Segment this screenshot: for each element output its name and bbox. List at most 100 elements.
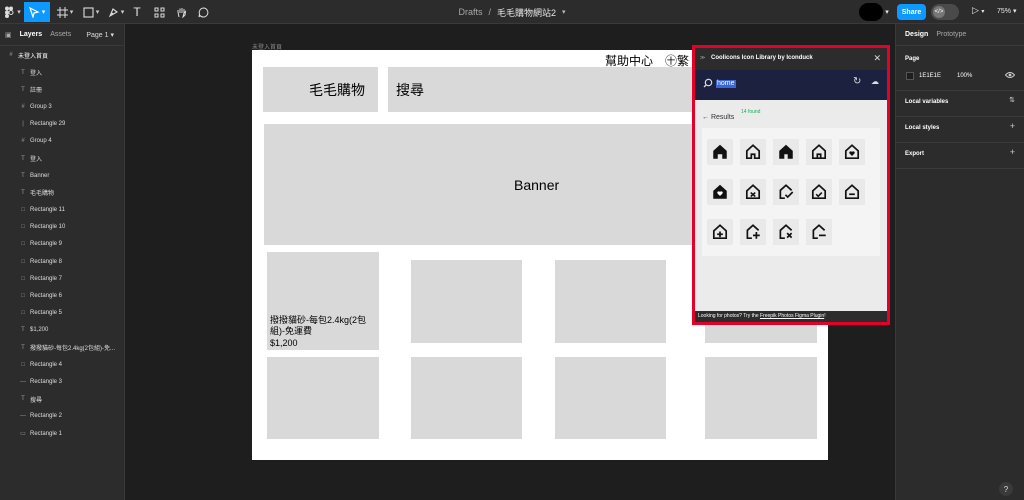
- chevron-down-icon[interactable]: ▾: [883, 2, 891, 22]
- frame-icon: #: [9, 52, 13, 58]
- layer-item[interactable]: □ Rectangle 7: [0, 270, 124, 287]
- frame-tool-icon[interactable]: ▾: [54, 2, 76, 22]
- layer-item[interactable]: T 登入: [0, 150, 124, 167]
- add-style-plus-icon[interactable]: +: [1010, 121, 1015, 131]
- comment-icon[interactable]: [195, 2, 211, 22]
- search-bar[interactable]: [388, 67, 698, 112]
- pen-tool-icon[interactable]: ▾: [105, 2, 127, 22]
- layer-label: 註冊: [30, 88, 43, 95]
- close-icon[interactable]: ✕: [873, 53, 881, 64]
- layer-item[interactable]: T 註冊: [0, 81, 124, 98]
- layer-item[interactable]: | Rectangle 29: [0, 116, 124, 133]
- tab-design[interactable]: Design: [905, 31, 928, 38]
- search-text[interactable]: 搜尋: [396, 80, 424, 100]
- layer-item[interactable]: T 登入: [0, 64, 124, 81]
- layer-item[interactable]: # Group 4: [0, 133, 124, 150]
- refresh-icon[interactable]: ↻: [853, 76, 861, 87]
- home-minus-icon[interactable]: [839, 179, 865, 205]
- layer-type-icon: —: [20, 413, 26, 420]
- product-card[interactable]: [555, 260, 666, 343]
- layer-item[interactable]: □ Rectangle 8: [0, 253, 124, 270]
- home-plus-open-icon[interactable]: [740, 219, 766, 245]
- cloud-icon[interactable]: ☁: [871, 77, 879, 86]
- language-selector[interactable]: ㊉繁: [665, 52, 689, 69]
- home-heart-icon[interactable]: [839, 139, 865, 165]
- home-close-icon[interactable]: [740, 179, 766, 205]
- home-door-icon[interactable]: [806, 139, 832, 165]
- local-variables-heading[interactable]: Local variables: [905, 99, 948, 105]
- freepik-plugin-link[interactable]: Freepik Photos Figma Plugin: [760, 313, 824, 319]
- tab-layers[interactable]: Layers: [20, 31, 43, 38]
- home-heart-filled-icon[interactable]: [707, 179, 733, 205]
- home-minus-open-icon[interactable]: [806, 219, 832, 245]
- page-color-swatch[interactable]: [906, 72, 914, 80]
- search-input[interactable]: home: [716, 80, 736, 88]
- move-tool-icon[interactable]: ▾: [24, 2, 50, 22]
- local-styles-heading[interactable]: Local styles: [905, 125, 939, 131]
- product-price[interactable]: $1,200: [270, 338, 298, 349]
- zoom-level[interactable]: 75% ▾: [997, 7, 1016, 15]
- hand-tool-icon[interactable]: [173, 2, 189, 22]
- product-card[interactable]: [411, 357, 522, 439]
- tab-prototype[interactable]: Prototype: [936, 31, 966, 38]
- product-card[interactable]: [555, 357, 666, 439]
- page-opacity-value[interactable]: 100%: [957, 73, 972, 79]
- product-card[interactable]: [705, 357, 817, 439]
- back-arrow-icon[interactable]: ←: [702, 114, 709, 121]
- layer-item[interactable]: T 搜尋: [0, 391, 124, 408]
- sidebar-toggle-icon[interactable]: ▣: [5, 31, 12, 39]
- resources-icon[interactable]: [151, 2, 167, 22]
- eye-icon[interactable]: [1004, 71, 1016, 82]
- layer-type-icon: T: [21, 189, 25, 196]
- layer-item[interactable]: T 撥撥貓砂-每包2.4kg(2包組)-免...: [0, 339, 124, 356]
- add-export-plus-icon[interactable]: +: [1010, 147, 1015, 157]
- help-center-link[interactable]: 幫助中心: [605, 52, 653, 69]
- layer-item[interactable]: ▭ Rectangle 1: [0, 425, 124, 442]
- home-outline-icon[interactable]: [740, 139, 766, 165]
- avatar[interactable]: [859, 3, 883, 21]
- text-tool-icon[interactable]: T: [130, 2, 144, 22]
- page-selector[interactable]: Page 1 ▾: [86, 31, 114, 39]
- layer-item[interactable]: T Banner: [0, 167, 124, 184]
- layer-item[interactable]: □ Rectangle 5: [0, 305, 124, 322]
- home-check-icon[interactable]: [806, 179, 832, 205]
- layer-item[interactable]: □ Rectangle 10: [0, 219, 124, 236]
- help-icon[interactable]: ?: [999, 482, 1013, 496]
- figma-logo-icon[interactable]: ▾: [3, 2, 21, 22]
- design-panel: Design Prototype Page 1E1E1E 100% Local …: [895, 24, 1024, 500]
- layer-item[interactable]: # Group 3: [0, 98, 124, 115]
- home-filled-icon[interactable]: [707, 139, 733, 165]
- present-play-icon[interactable]: ▷ ▾: [972, 5, 984, 16]
- page-color-value[interactable]: 1E1E1E: [919, 73, 941, 79]
- banner-text[interactable]: Banner: [514, 177, 559, 193]
- layer-item[interactable]: — Rectangle 2: [0, 408, 124, 425]
- layer-item[interactable]: □ Rectangle 6: [0, 287, 124, 304]
- layers-panel: ▣ Layers Assets Page 1 ▾ # 未登入首頁 T 登入 T 註冊 #…: [0, 24, 125, 500]
- chevron-down-icon[interactable]: ▾: [562, 8, 566, 16]
- layer-item[interactable]: — Rectangle 3: [0, 373, 124, 390]
- layer-item[interactable]: □ Rectangle 11: [0, 202, 124, 219]
- breadcrumb-drafts[interactable]: Drafts: [458, 7, 482, 17]
- tab-assets[interactable]: Assets: [50, 31, 71, 38]
- product-card[interactable]: [411, 260, 522, 343]
- layer-item[interactable]: □ Rectangle 9: [0, 236, 124, 253]
- home-filled-door-icon[interactable]: [773, 139, 799, 165]
- divider: [896, 168, 1024, 169]
- logo-text[interactable]: 毛毛購物: [309, 80, 365, 100]
- export-heading[interactable]: Export: [905, 151, 924, 157]
- product-name[interactable]: 撥撥貓砂-每包2.4kg(2包組)-免運費: [270, 315, 375, 337]
- home-plus-icon[interactable]: [707, 219, 733, 245]
- layer-item[interactable]: T 毛毛購物: [0, 184, 124, 201]
- dev-mode-toggle[interactable]: </>: [931, 4, 959, 20]
- file-name[interactable]: 毛毛購物網站2: [497, 6, 556, 19]
- variables-settings-icon[interactable]: ⇅: [1009, 96, 1015, 104]
- layer-frame-item[interactable]: # 未登入首頁: [0, 46, 124, 64]
- layer-item[interactable]: □ Rectangle 4: [0, 356, 124, 373]
- share-button[interactable]: Share: [897, 4, 926, 20]
- home-check-open-icon[interactable]: [773, 179, 799, 205]
- home-close-open-icon[interactable]: [773, 219, 799, 245]
- layer-item[interactable]: T $1,200: [0, 322, 124, 339]
- product-card[interactable]: [267, 357, 379, 439]
- layer-label: 未登入首頁: [18, 53, 49, 60]
- shape-tool-icon[interactable]: ▾: [80, 2, 102, 22]
